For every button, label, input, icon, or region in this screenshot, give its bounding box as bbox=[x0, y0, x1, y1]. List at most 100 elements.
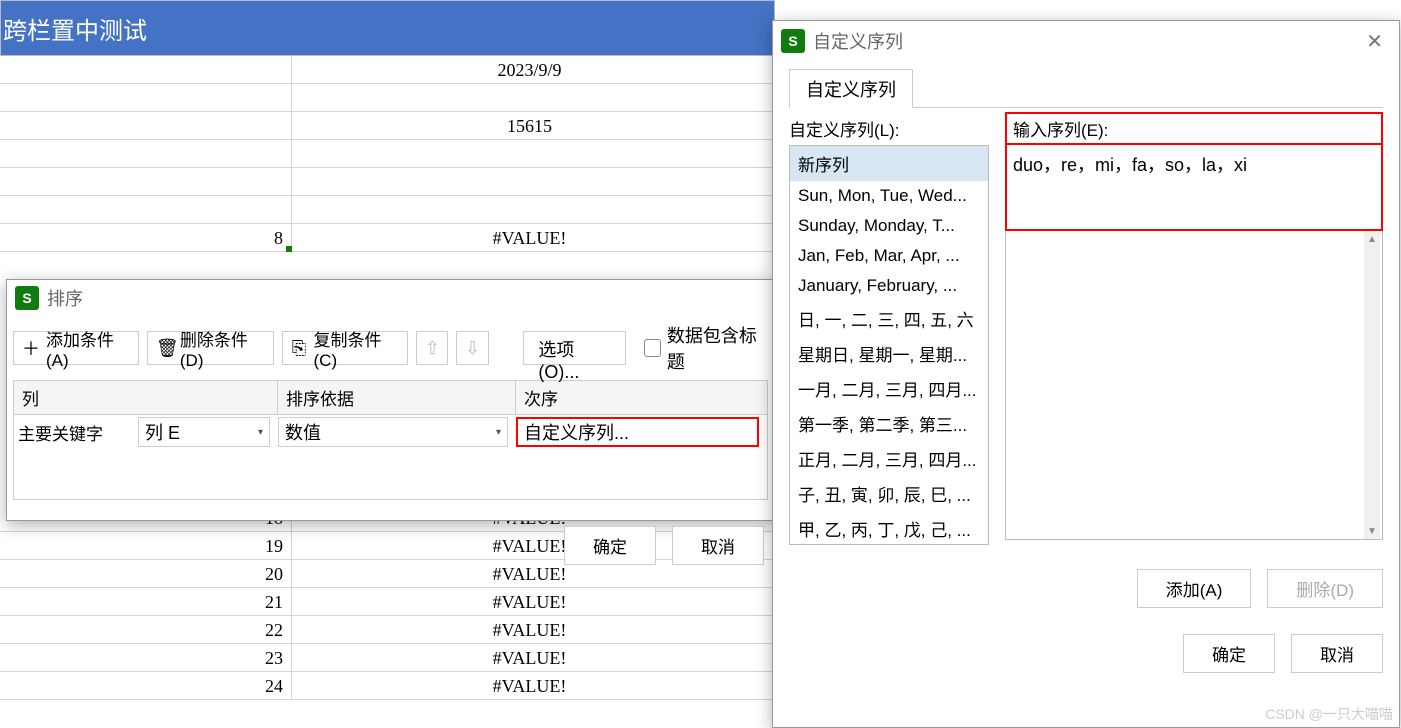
criteria-label: 主要关键字 bbox=[14, 420, 138, 445]
sort-dialog-footer: 确定 取消 bbox=[7, 500, 774, 575]
cancel-button[interactable]: 取消 bbox=[672, 526, 764, 565]
cell[interactable]: 2023/9/9 bbox=[292, 56, 775, 83]
list-item[interactable]: 一月, 二月, 三月, 四月... bbox=[790, 371, 988, 406]
order-select[interactable]: 自定义序列... bbox=[516, 417, 759, 447]
merged-header-cell[interactable]: 跨栏置中测试 bbox=[0, 0, 775, 56]
headers-checkbox-wrap[interactable]: 数据包含标题 bbox=[644, 322, 768, 374]
cell[interactable] bbox=[0, 112, 292, 139]
ok-button[interactable]: 确定 bbox=[564, 526, 656, 565]
dialog-titlebar[interactable]: S 自定义序列 ✕ bbox=[773, 21, 1399, 61]
column-select[interactable]: 列 E ▾ bbox=[138, 417, 270, 447]
cell[interactable] bbox=[292, 140, 775, 167]
dialog-title: 排序 bbox=[47, 285, 83, 311]
input-sequence-textarea[interactable]: duo，re，mi，fa，so，la，xi bbox=[1005, 143, 1383, 231]
cell[interactable] bbox=[0, 168, 292, 195]
list-item[interactable]: 星期日, 星期一, 星期... bbox=[790, 336, 988, 371]
column-select-value: 列 E bbox=[145, 419, 180, 445]
table-row[interactable]: 22#VALUE! bbox=[0, 616, 775, 644]
headers-checkbox-label: 数据包含标题 bbox=[667, 322, 768, 374]
delete-condition-button[interactable]: 🗑 删除条件(D) bbox=[147, 331, 274, 365]
list-item[interactable]: 正月, 二月, 三月, 四月... bbox=[790, 441, 988, 476]
arrow-down-icon: ⇩ bbox=[465, 338, 480, 359]
close-button[interactable]: ✕ bbox=[1358, 29, 1391, 54]
sortby-select[interactable]: 数值 ▾ bbox=[278, 417, 508, 447]
dialog-title: 自定义序列 bbox=[813, 28, 903, 54]
table-row[interactable] bbox=[0, 84, 775, 112]
cell[interactable]: 21 bbox=[0, 588, 292, 615]
cell[interactable]: #VALUE! bbox=[292, 644, 775, 671]
cell[interactable] bbox=[292, 168, 775, 195]
custom-list-dialog: S 自定义序列 ✕ 自定义序列 自定义序列(L): 新序列Sun, Mon, T… bbox=[772, 20, 1400, 728]
sort-table-header: 列 排序依据 次序 bbox=[14, 381, 767, 415]
list-item[interactable]: Jan, Feb, Mar, Apr, ... bbox=[790, 241, 988, 271]
table-row[interactable] bbox=[0, 168, 775, 196]
chevron-down-icon: ▾ bbox=[258, 427, 263, 438]
ok-button[interactable]: 确定 bbox=[1183, 634, 1275, 673]
header-sortby: 排序依据 bbox=[278, 381, 516, 414]
close-icon: ✕ bbox=[1366, 31, 1383, 53]
table-row[interactable] bbox=[0, 196, 775, 224]
cell[interactable] bbox=[0, 84, 292, 111]
cell[interactable] bbox=[0, 140, 292, 167]
table-row[interactable]: 2023/9/9 bbox=[0, 56, 775, 84]
scroll-up-icon: ▲ bbox=[1364, 231, 1380, 247]
textarea-body[interactable]: ▲ ▼ bbox=[1005, 231, 1383, 540]
delete-list-button: 删除(D) bbox=[1267, 569, 1383, 608]
table-row[interactable]: 21#VALUE! bbox=[0, 588, 775, 616]
scrollbar[interactable]: ▲ ▼ bbox=[1364, 231, 1380, 539]
list-item[interactable]: 甲, 乙, 丙, 丁, 戊, 己, ... bbox=[790, 511, 988, 545]
list-item[interactable]: 第一季, 第二季, 第三... bbox=[790, 406, 988, 441]
custom-list-actions: 添加(A) 删除(D) bbox=[773, 545, 1399, 618]
cell[interactable]: 15615 bbox=[292, 112, 775, 139]
watermark: CSDN @一只大喵喵 bbox=[1265, 704, 1393, 724]
cell[interactable] bbox=[292, 196, 775, 223]
order-select-value: 自定义序列... bbox=[524, 419, 629, 445]
custom-list-listbox[interactable]: 新序列Sun, Mon, Tue, Wed...Sunday, Monday, … bbox=[789, 145, 989, 545]
cell[interactable]: #VALUE! bbox=[292, 224, 775, 251]
cell[interactable]: #VALUE! bbox=[292, 588, 775, 615]
cell[interactable]: 23 bbox=[0, 644, 292, 671]
chevron-down-icon: ▾ bbox=[496, 427, 501, 438]
cell[interactable]: 8 bbox=[0, 224, 292, 251]
list-item[interactable]: 日, 一, 二, 三, 四, 五, 六 bbox=[790, 301, 988, 336]
custom-list-footer: 确定 取消 bbox=[773, 618, 1399, 683]
move-down-button[interactable]: ⇩ bbox=[456, 331, 488, 365]
cell[interactable]: 22 bbox=[0, 616, 292, 643]
list-item[interactable]: 新序列 bbox=[790, 146, 988, 181]
app-icon: S bbox=[15, 286, 39, 310]
sort-toolbar: ＋ 添加条件(A) 🗑 删除条件(D) ⎘ 复制条件(C) ⇧ ⇩ 选项(O).… bbox=[7, 316, 774, 380]
table-row[interactable] bbox=[0, 140, 775, 168]
dialog-tabs: 自定义序列 bbox=[773, 61, 1399, 108]
dialog-titlebar[interactable]: S 排序 bbox=[7, 280, 774, 316]
arrow-up-icon: ⇧ bbox=[425, 338, 440, 359]
header-order: 次序 bbox=[516, 381, 767, 414]
cancel-button[interactable]: 取消 bbox=[1291, 634, 1383, 673]
cell[interactable]: #VALUE! bbox=[292, 616, 775, 643]
list-item[interactable]: Sun, Mon, Tue, Wed... bbox=[790, 181, 988, 211]
add-condition-button[interactable]: ＋ 添加条件(A) bbox=[13, 331, 139, 365]
copy-icon: ⎘ bbox=[291, 338, 308, 359]
table-row[interactable]: 23#VALUE! bbox=[0, 644, 775, 672]
move-up-button[interactable]: ⇧ bbox=[416, 331, 448, 365]
cell[interactable] bbox=[0, 196, 292, 223]
cell[interactable] bbox=[292, 84, 775, 111]
dialog-body: 自定义序列(L): 新序列Sun, Mon, Tue, Wed...Sunday… bbox=[789, 107, 1383, 545]
header-column: 列 bbox=[14, 381, 278, 414]
tab-custom-list[interactable]: 自定义序列 bbox=[789, 69, 913, 108]
scroll-down-icon: ▼ bbox=[1364, 523, 1380, 539]
cell[interactable]: #VALUE! bbox=[292, 672, 775, 699]
table-row[interactable]: 15615 bbox=[0, 112, 775, 140]
list-item[interactable]: Sunday, Monday, T... bbox=[790, 211, 988, 241]
table-row[interactable]: 8#VALUE! bbox=[0, 224, 775, 252]
copy-condition-button[interactable]: ⎘ 复制条件(C) bbox=[282, 331, 409, 365]
trash-icon: 🗑 bbox=[156, 338, 174, 359]
cell[interactable]: 24 bbox=[0, 672, 292, 699]
cell[interactable] bbox=[0, 56, 292, 83]
table-row[interactable]: 24#VALUE! bbox=[0, 672, 775, 700]
list-item[interactable]: January, February, ... bbox=[790, 271, 988, 301]
checkbox-icon bbox=[644, 339, 661, 357]
list-item[interactable]: 子, 丑, 寅, 卯, 辰, 巳, ... bbox=[790, 476, 988, 511]
options-button[interactable]: 选项(O)... bbox=[523, 331, 625, 365]
input-sequence-value: duo，re，mi，fa，so，la，xi bbox=[1013, 155, 1247, 175]
add-list-button[interactable]: 添加(A) bbox=[1137, 569, 1252, 608]
